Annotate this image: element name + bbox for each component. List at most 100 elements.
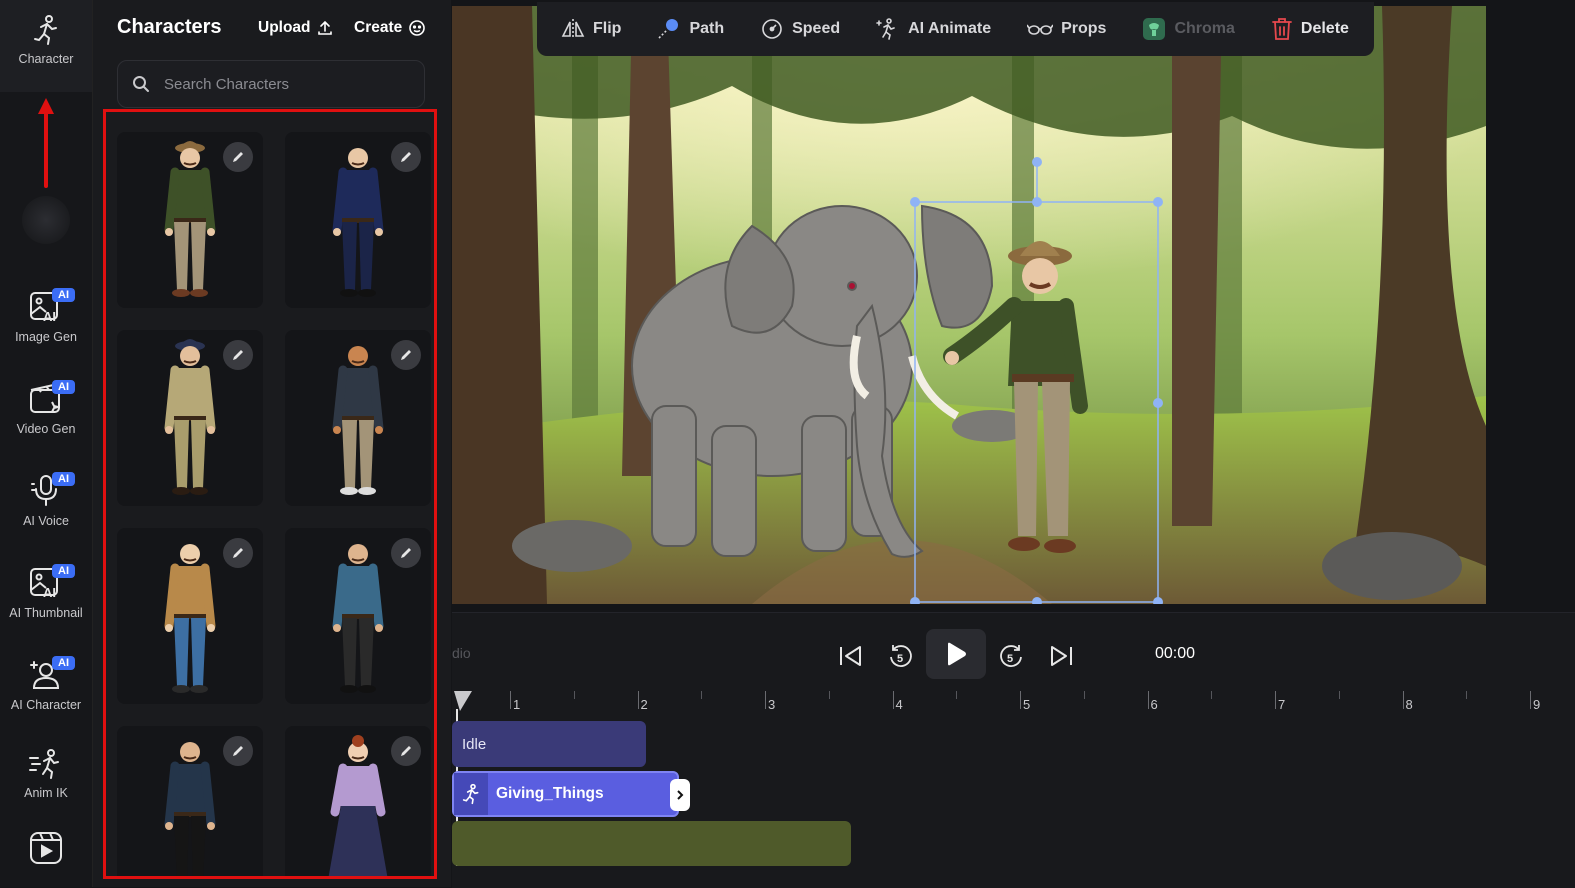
upload-icon — [317, 20, 332, 35]
svg-text:5: 5 — [1007, 653, 1013, 665]
search-input[interactable] — [162, 74, 416, 94]
play-button[interactable] — [926, 629, 986, 679]
track-giving-things-label: Giving_Things — [496, 785, 604, 802]
track-audio[interactable] — [452, 821, 851, 866]
forward-5-icon: 5 — [1000, 645, 1022, 667]
chevron-right-icon — [677, 790, 684, 800]
character-card-police-officer[interactable] — [285, 132, 431, 308]
characters-panel: Characters Upload Create — [93, 0, 451, 887]
left-rail: Character AI AI Image Gen AI Video Gen A… — [0, 0, 93, 887]
flip-button[interactable]: Flip — [561, 18, 621, 40]
ai-animate-button[interactable]: AI Animate — [876, 17, 991, 41]
rail-label-ai-thumbnail: AI Thumbnail — [9, 606, 83, 620]
character-grid — [117, 132, 431, 877]
ruler-tick-major — [1275, 691, 1276, 709]
pencil-icon — [233, 548, 243, 558]
track-expand-button[interactable] — [670, 779, 690, 811]
pencil-icon — [401, 746, 411, 756]
running-person-icon — [462, 783, 479, 805]
speed-button[interactable]: Speed — [760, 17, 840, 41]
search-box[interactable] — [117, 60, 425, 108]
ruler-tick-minor — [701, 691, 703, 699]
rail-label-ai-voice: AI Voice — [23, 514, 69, 528]
ruler-tick-minor — [1466, 691, 1468, 699]
rail-item-video-player[interactable] — [0, 830, 92, 872]
track-giving-things[interactable]: Giving_Things — [452, 771, 679, 817]
track-idle[interactable]: Idle — [452, 721, 646, 767]
edit-character-button[interactable] — [391, 340, 421, 370]
edit-character-button[interactable] — [223, 340, 253, 370]
ai-animate-label: AI Animate — [908, 20, 992, 37]
track-idle-label: Idle — [462, 735, 487, 753]
rail-item-image-gen[interactable]: AI AI Image Gen — [0, 288, 92, 344]
track-animation-handle[interactable] — [454, 773, 488, 815]
timecode: 00:00 — [1155, 645, 1196, 662]
rail-item-ai-voice[interactable]: AI AI Voice — [0, 472, 92, 528]
annotation-arrow-up — [38, 98, 54, 188]
rail-item-ai-character[interactable]: AI AI Character — [0, 656, 92, 712]
svg-text:AI: AI — [43, 309, 56, 324]
ruler-tick-minor — [1338, 691, 1340, 699]
edit-character-button[interactable] — [223, 736, 253, 766]
edit-character-button[interactable] — [223, 142, 253, 172]
upload-button[interactable]: Upload — [258, 19, 333, 37]
rail-item-ai-thumbnail[interactable]: AI AI AI Thumbnail — [0, 564, 92, 620]
character-card-casual-man-orange[interactable] — [285, 330, 431, 506]
character-card-khaki-officer[interactable] — [117, 330, 263, 506]
props-label: Props — [1061, 20, 1107, 37]
motion-person-icon — [29, 749, 59, 779]
forward-5-button[interactable]: 5 — [994, 639, 1028, 673]
edit-character-button[interactable] — [223, 538, 253, 568]
edit-character-button[interactable] — [391, 736, 421, 766]
rewind-5-button[interactable]: 5 — [884, 639, 918, 673]
ruler-tick-label: 5 — [1023, 697, 1031, 712]
rail-item-anim-ik[interactable]: Anim IK — [0, 748, 92, 800]
svg-text:AI: AI — [43, 585, 56, 600]
speed-label: Speed — [792, 20, 841, 37]
search-icon — [133, 76, 149, 92]
chroma-icon — [1143, 18, 1166, 40]
pencil-icon — [401, 152, 411, 162]
path-button[interactable]: Path — [657, 18, 724, 40]
ruler-tick-major — [1020, 691, 1021, 709]
rail-item-video-gen[interactable]: AI Video Gen — [0, 380, 92, 436]
character-card-plaid-blazer-man[interactable] — [117, 528, 263, 704]
character-card-dark-shirt-man[interactable] — [117, 726, 263, 877]
ruler-tick-label: 9 — [1533, 697, 1541, 712]
skip-end-button[interactable] — [1044, 639, 1078, 673]
skip-start-button[interactable] — [834, 639, 868, 673]
character-card-ranger[interactable] — [117, 132, 263, 308]
ruler-tick-label: 6 — [1150, 697, 1158, 712]
edit-character-button[interactable] — [391, 142, 421, 172]
character-card-woman-lavender[interactable] — [285, 726, 431, 877]
stage — [452, 0, 1575, 612]
pencil-icon — [233, 746, 243, 756]
skip-start-icon — [840, 646, 861, 666]
pencil-icon — [233, 152, 243, 162]
ai-animate-icon — [876, 18, 895, 40]
props-button[interactable]: Props — [1027, 20, 1106, 38]
path-label: Path — [689, 20, 725, 37]
create-button[interactable]: Create — [354, 19, 426, 37]
time-ruler[interactable]: 1 2 3 4 5 6 7 8 9 — [452, 691, 1575, 713]
ai-badge: AI — [52, 288, 75, 302]
edit-character-button[interactable] — [391, 538, 421, 568]
pencil-icon — [401, 548, 411, 558]
character-card-blue-shirt-man[interactable] — [285, 528, 431, 704]
skip-end-icon — [1051, 646, 1072, 666]
ai-badge: AI — [52, 656, 75, 670]
delete-button[interactable]: Delete — [1271, 17, 1349, 41]
delete-label: Delete — [1300, 20, 1349, 37]
scene-canvas[interactable] — [452, 6, 1486, 604]
rail-label-character: Character — [18, 52, 74, 66]
rail-item-character[interactable]: Character — [0, 14, 92, 66]
flip-icon — [561, 19, 585, 39]
ruler-tick-major — [892, 691, 894, 709]
selection-handles[interactable] — [452, 6, 1486, 604]
chroma-button[interactable]: Chroma — [1142, 17, 1235, 41]
object-toolbar: Flip Path Speed AI Animate Props Chroma … — [537, 2, 1374, 56]
ruler-tick-label: 1 — [513, 697, 521, 712]
ruler-tick-minor — [573, 691, 575, 699]
ruler-tick-major — [1147, 691, 1149, 709]
trash-icon — [1272, 18, 1292, 40]
